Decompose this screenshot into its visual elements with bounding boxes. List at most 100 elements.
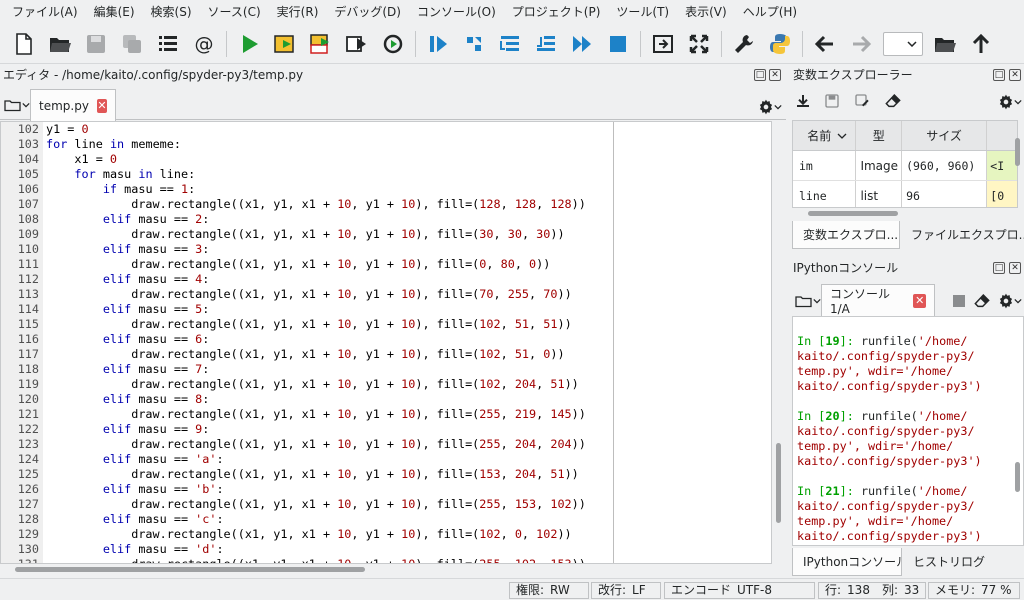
preferences-button[interactable]	[729, 29, 759, 59]
close-editor-pane-icon[interactable]: ✕	[769, 69, 781, 81]
line-number: 110	[17, 242, 39, 256]
column-header-value[interactable]	[987, 121, 1017, 150]
close-tab-icon[interactable]: ✕	[96, 98, 107, 113]
save-all-button[interactable]	[117, 29, 147, 59]
save-data-button[interactable]	[824, 93, 840, 109]
input-prompt-number: 20	[825, 409, 840, 423]
menu-project[interactable]: プロジェクト(P)	[504, 0, 609, 24]
step-button[interactable]	[459, 29, 489, 59]
menu-file[interactable]: ファイル(A)	[4, 0, 86, 24]
input-prompt-end: ]:	[839, 409, 861, 423]
code-line: 118 elif masu == 7:	[1, 362, 771, 377]
menu-edit[interactable]: 編集(E)	[86, 0, 143, 24]
menu-search[interactable]: 検索(S)	[143, 0, 200, 24]
menu-console[interactable]: コンソール(O)	[409, 0, 504, 24]
menu-view[interactable]: 表示(V)	[677, 0, 735, 24]
new-file-button[interactable]	[9, 29, 39, 59]
step-into-button[interactable]	[495, 29, 525, 59]
save-button[interactable]	[81, 29, 111, 59]
tab-ipython-console[interactable]: IPythonコンソール	[792, 548, 902, 576]
python-path-button[interactable]	[765, 29, 795, 59]
console-vertical-scroll-thumb[interactable]	[1015, 462, 1020, 492]
input-prompt: In [	[797, 409, 826, 423]
run-cell-advance-button[interactable]	[306, 29, 336, 59]
browse-files-button[interactable]	[4, 98, 30, 112]
console-line: kaito/.config/spyder-py3')	[797, 379, 982, 393]
code-editor[interactable]: 102 y1 = 0 103 for line in mememe: 104 x1 = …	[0, 121, 772, 564]
editor-vertical-scrollbar[interactable]	[774, 121, 784, 564]
tab-history-log[interactable]: ヒストリログ	[903, 548, 993, 576]
run-selection-icon	[346, 35, 366, 52]
console-line: kaito/.config/spyder-py3')	[797, 529, 982, 543]
interrupt-kernel-button[interactable]	[953, 295, 965, 307]
run-button[interactable]	[234, 29, 264, 59]
column-header-name[interactable]: 名前	[793, 121, 857, 150]
browse-tabs-button[interactable]	[153, 29, 183, 59]
run-cell-button[interactable]	[270, 29, 300, 59]
variable-value: [0	[987, 181, 1017, 207]
save-data-as-button[interactable]	[854, 93, 870, 109]
variable-table-vertical-scroll-thumb[interactable]	[1015, 138, 1020, 166]
line-number: 126	[17, 482, 39, 496]
rerun-button[interactable]	[378, 29, 408, 59]
undock-editor-icon[interactable]: □	[754, 69, 766, 81]
close-console-tab-icon[interactable]: ✕	[913, 293, 926, 308]
folder-icon	[795, 296, 812, 308]
variable-explorer-options-button[interactable]	[998, 94, 1022, 110]
tab-file-explorer[interactable]: ファイルエクスプロ...	[901, 221, 1024, 249]
menu-source[interactable]: ソース(C)	[200, 0, 269, 24]
variable-table-horizontal-scroll-thumb[interactable]	[808, 211, 898, 216]
tab-temp-py[interactable]: temp.py ✕	[30, 89, 116, 121]
editor-options-button[interactable]	[758, 99, 782, 115]
undock-console-icon[interactable]: □	[993, 262, 1005, 274]
ipython-console-output[interactable]: In [19]: runfile('/home/ kaito/.config/s…	[792, 316, 1024, 546]
menu-debug[interactable]: デバッグ(D)	[326, 0, 409, 24]
browse-directory-button[interactable]	[930, 29, 960, 59]
code-text: if masu == 1:	[102, 182, 196, 196]
variable-row[interactable]: line list 96 [0	[793, 181, 1017, 207]
run-selection-button[interactable]	[342, 29, 372, 59]
column-header-size[interactable]: サイズ	[902, 121, 988, 150]
import-data-button[interactable]	[795, 93, 811, 109]
clear-console-button[interactable]	[974, 293, 990, 309]
menu-run[interactable]: 実行(R)	[269, 0, 327, 24]
column-header-type[interactable]: 型	[856, 121, 903, 150]
code-line: 115 draw.rectangle((x1, y1, x1 + 10, y1 …	[1, 317, 771, 332]
code-line: 129 draw.rectangle((x1, y1, x1 + 10, y1 …	[1, 527, 771, 542]
editor-vertical-scroll-thumb[interactable]	[776, 443, 781, 523]
at-button[interactable]: @	[189, 29, 219, 59]
undock-variable-explorer-icon[interactable]: □	[993, 69, 1005, 81]
maximize-pane-button[interactable]	[648, 29, 678, 59]
code-text: elif masu == 3:	[102, 242, 210, 256]
close-console-pane-icon[interactable]: ✕	[1009, 262, 1021, 274]
menu-tools[interactable]: ツール(T)	[608, 0, 677, 24]
step-return-button[interactable]	[531, 29, 561, 59]
code-text: draw.rectangle((x1, y1, x1 + 10, y1 + 10…	[46, 377, 579, 391]
continue-button[interactable]	[567, 29, 597, 59]
tab-variable-explorer[interactable]: 変数エクスプロ...	[792, 221, 900, 249]
console-options-button[interactable]	[998, 293, 1022, 309]
toolbar-separator	[721, 30, 722, 57]
open-file-button[interactable]	[45, 29, 75, 59]
variable-size: 96	[902, 181, 988, 207]
debug-button[interactable]	[423, 29, 453, 59]
forward-button[interactable]	[846, 29, 876, 59]
fullscreen-button[interactable]	[684, 29, 714, 59]
variable-table[interactable]: 名前 型 サイズ im Image (960, 960) <I line lis…	[792, 120, 1018, 208]
back-button[interactable]	[810, 29, 840, 59]
menu-help[interactable]: ヘルプ(H)	[735, 0, 805, 24]
line-number: 107	[17, 197, 39, 211]
code-line: 124 elif masu == 'a':	[1, 452, 771, 467]
remove-all-variables-button[interactable]	[885, 93, 901, 109]
editor-horizontal-scrollbar[interactable]	[0, 565, 772, 575]
working-directory-combo[interactable]	[883, 31, 923, 56]
tab-console-1a[interactable]: コンソール 1/A ✕	[821, 284, 935, 316]
close-variable-explorer-icon[interactable]: ✕	[1009, 69, 1021, 81]
stop-debug-button[interactable]	[603, 29, 633, 59]
parent-directory-button[interactable]	[966, 29, 996, 59]
variable-row[interactable]: im Image (960, 960) <I	[793, 151, 1017, 181]
line-number: 106	[17, 182, 39, 196]
code-text: elif masu == 6:	[102, 332, 210, 346]
console-browse-button[interactable]	[795, 294, 821, 308]
editor-horizontal-scroll-thumb[interactable]	[15, 567, 365, 572]
